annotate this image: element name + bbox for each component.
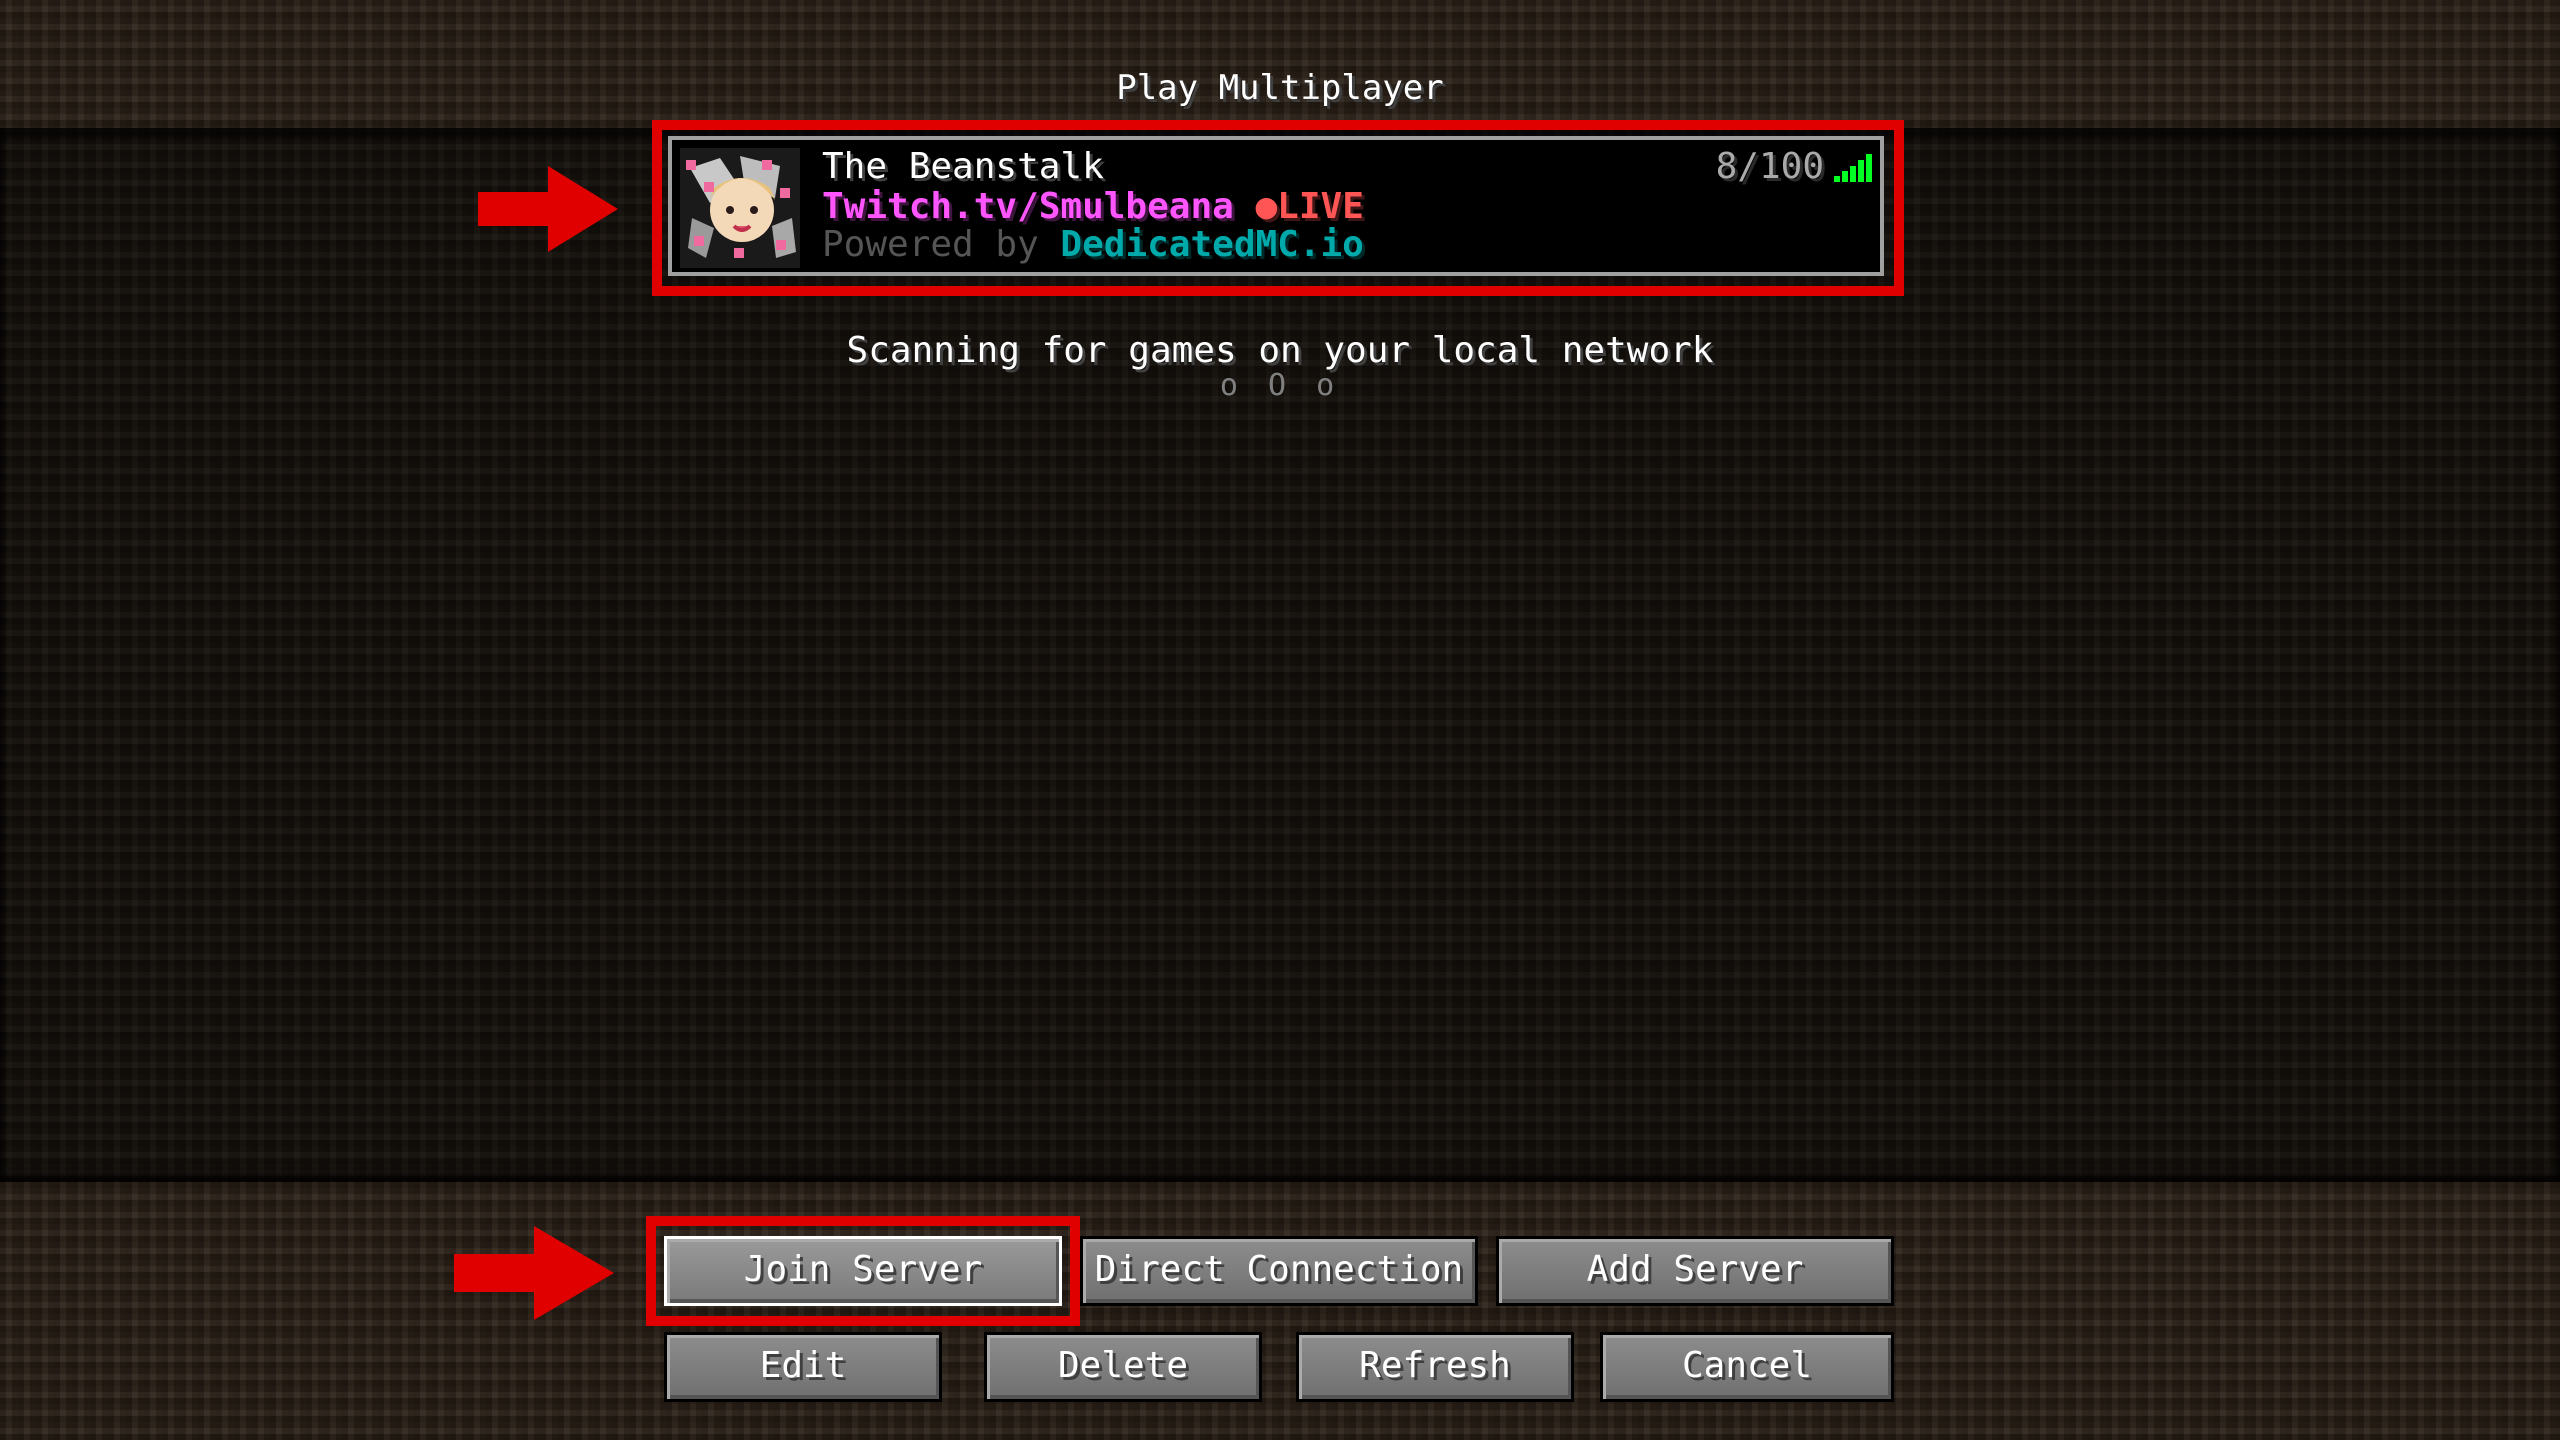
join-server-button[interactable]: Join Server <box>664 1236 1062 1306</box>
signal-strength-icon <box>1834 154 1872 182</box>
refresh-button[interactable]: Refresh <box>1296 1332 1574 1402</box>
server-name: The Beanstalk <box>822 146 1104 187</box>
add-server-button[interactable]: Add Server <box>1496 1236 1894 1306</box>
red-arrow-icon <box>478 166 618 252</box>
motd-live-status: ●LIVE <box>1255 186 1364 227</box>
server-motd-line2: Powered by DedicatedMC.io <box>822 224 1364 265</box>
loading-dots-icon: o O o <box>1219 368 1341 403</box>
player-count: 8/100 <box>1715 146 1824 187</box>
footer-background <box>0 1182 2560 1440</box>
server-motd-line1: Twitch.tv/Smulbeana ●LIVE <box>822 186 1364 227</box>
header-background <box>0 0 2560 128</box>
motd-host: DedicatedMC.io <box>1060 224 1364 265</box>
motd-twitch-link: Twitch.tv/Smulbeana <box>822 186 1234 227</box>
delete-button[interactable]: Delete <box>984 1332 1262 1402</box>
red-arrow-icon <box>454 1226 614 1320</box>
lan-scan-status: Scanning for games on your local network <box>846 330 1714 371</box>
cancel-button[interactable]: Cancel <box>1600 1332 1894 1402</box>
server-list[interactable] <box>0 128 2560 1182</box>
direct-connection-button[interactable]: Direct Connection <box>1080 1236 1478 1306</box>
motd-powered-by: Powered by <box>822 224 1061 265</box>
server-entry[interactable]: The Beanstalk Twitch.tv/Smulbeana ●LIVE … <box>668 136 1884 276</box>
edit-button[interactable]: Edit <box>664 1332 942 1402</box>
server-avatar-icon <box>680 148 800 268</box>
page-title: Play Multiplayer <box>1116 68 1444 108</box>
